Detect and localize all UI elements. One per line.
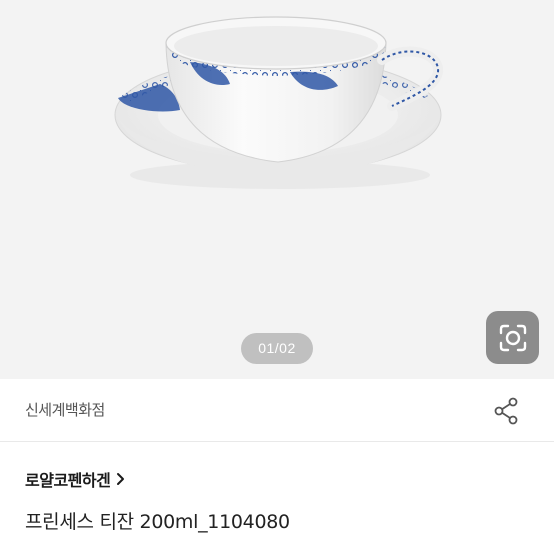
brand-link[interactable]: 로얄코펜하겐 xyxy=(25,466,125,492)
lens-search-button[interactable] xyxy=(486,311,539,364)
product-image-gallery[interactable]: 01/02 xyxy=(0,0,554,379)
seller-row: 신세계백화점 xyxy=(0,379,554,442)
product-title: 프린세스 티잔 200ml_1104080 xyxy=(25,511,290,533)
camera-lens-search-icon xyxy=(499,324,526,351)
product-image xyxy=(114,16,443,189)
chevron-right-icon xyxy=(117,473,125,485)
brand-name: 로얄코펜하겐 xyxy=(25,471,111,490)
seller-name: 신세계백화점 xyxy=(25,401,105,419)
share-icon xyxy=(494,397,518,425)
share-button[interactable] xyxy=(490,395,522,427)
image-page-indicator: 01/02 xyxy=(241,333,313,364)
